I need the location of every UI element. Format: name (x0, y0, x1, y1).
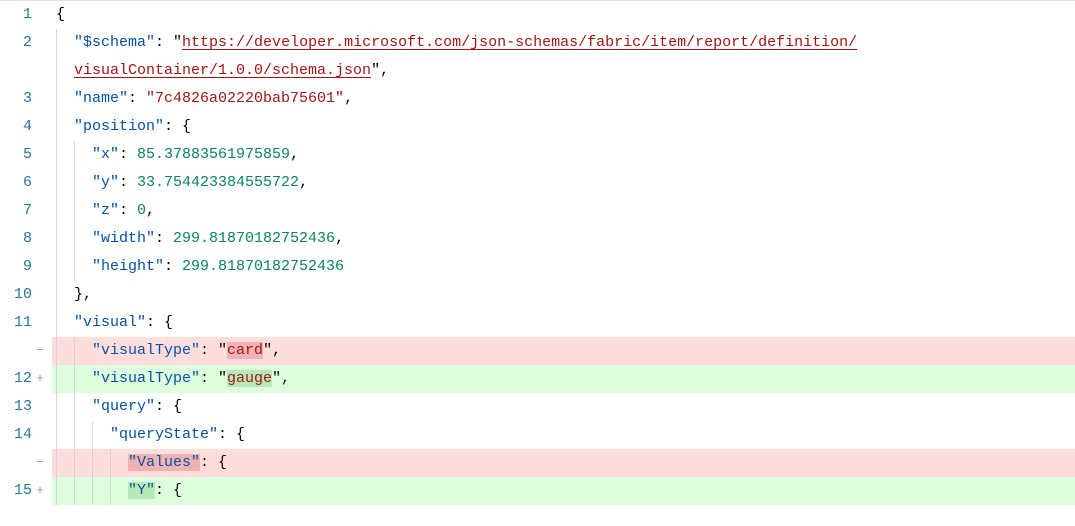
gutter: 6 (0, 169, 52, 197)
code-content[interactable]: "Y": { (52, 477, 1075, 505)
code-line[interactable]: 2 "$schema": "https://developer.microsoft… (0, 29, 1075, 57)
code-content[interactable]: visualContainer/1.0.0/schema.json", (52, 57, 1075, 85)
gutter: 10 (0, 281, 52, 309)
code-line[interactable]: 13 "query": { (0, 393, 1075, 421)
code-content[interactable]: "name": "7c4826a02220bab75601", (52, 85, 1075, 113)
line-number: 2 (0, 29, 32, 57)
code-content[interactable]: "$schema": "https://developer.microsoft.… (52, 29, 1075, 57)
code-line[interactable]: −"Values": { (0, 449, 1075, 477)
line-number: 5 (0, 141, 32, 169)
line-number: 9 (0, 253, 32, 281)
gutter: 2 (0, 29, 52, 57)
code-line[interactable]: 6 "y": 33.754423384555722, (0, 169, 1075, 197)
line-number: 15 (0, 477, 32, 505)
code-content[interactable]: "visual": { (52, 309, 1075, 337)
code-content[interactable]: "y": 33.754423384555722, (52, 169, 1075, 197)
gutter: 4 (0, 113, 52, 141)
gutter: 12+ (0, 365, 52, 393)
code-content[interactable]: { (52, 1, 1075, 29)
code-line[interactable]: visualContainer/1.0.0/schema.json", (0, 57, 1075, 85)
code-content[interactable]: }, (52, 281, 1075, 309)
gutter: 7 (0, 197, 52, 225)
code-content[interactable]: "z": 0, (52, 197, 1075, 225)
gutter: 13 (0, 393, 52, 421)
code-content[interactable]: "query": { (52, 393, 1075, 421)
code-content[interactable]: "visualType": "gauge", (52, 365, 1075, 393)
gutter: 3 (0, 85, 52, 113)
gutter: 9 (0, 253, 52, 281)
gutter: − (0, 337, 52, 365)
diff-removed-icon: − (32, 449, 46, 477)
gutter: − (0, 449, 52, 477)
line-number: 6 (0, 169, 32, 197)
line-number: 8 (0, 225, 32, 253)
code-content[interactable]: "height": 299.81870182752436 (52, 253, 1075, 281)
gutter: 5 (0, 141, 52, 169)
line-number: 12 (0, 365, 32, 393)
code-line[interactable]: −"visualType": "card", (0, 337, 1075, 365)
line-number: 3 (0, 85, 32, 113)
code-line[interactable]: 8 "width": 299.81870182752436, (0, 225, 1075, 253)
code-line[interactable]: 12+"visualType": "gauge", (0, 365, 1075, 393)
line-number: 10 (0, 281, 32, 309)
diff-added-icon: + (32, 477, 46, 505)
line-number: 11 (0, 309, 32, 337)
code-content[interactable]: "x": 85.37883561975859, (52, 141, 1075, 169)
code-line[interactable]: 1{ (0, 1, 1075, 29)
code-content[interactable]: "visualType": "card", (52, 337, 1075, 365)
code-line[interactable]: 7 "z": 0, (0, 197, 1075, 225)
code-line[interactable]: 3 "name": "7c4826a02220bab75601", (0, 85, 1075, 113)
gutter: 1 (0, 1, 52, 29)
gutter: 15+ (0, 477, 52, 505)
code-line[interactable]: 11 "visual": { (0, 309, 1075, 337)
gutter (0, 57, 52, 85)
code-content[interactable]: "position": { (52, 113, 1075, 141)
line-number: 1 (0, 1, 32, 29)
code-line[interactable]: 14 "queryState": { (0, 421, 1075, 449)
code-line[interactable]: 9 "height": 299.81870182752436 (0, 253, 1075, 281)
code-line[interactable]: 10}, (0, 281, 1075, 309)
diff-removed-icon: − (32, 337, 46, 365)
line-number: 7 (0, 197, 32, 225)
code-line[interactable]: 5 "x": 85.37883561975859, (0, 141, 1075, 169)
code-line[interactable]: 15+"Y": { (0, 477, 1075, 505)
gutter: 14 (0, 421, 52, 449)
code-content[interactable]: "queryState": { (52, 421, 1075, 449)
line-number: 14 (0, 421, 32, 449)
code-editor[interactable]: 1{2"$schema": "https://developer.microso… (0, 0, 1075, 505)
code-content[interactable]: "Values": { (52, 449, 1075, 477)
code-content[interactable]: "width": 299.81870182752436, (52, 225, 1075, 253)
line-number: 13 (0, 393, 32, 421)
code-line[interactable]: 4 "position": { (0, 113, 1075, 141)
line-number: 4 (0, 113, 32, 141)
gutter: 11 (0, 309, 52, 337)
diff-added-icon: + (32, 365, 46, 393)
gutter: 8 (0, 225, 52, 253)
